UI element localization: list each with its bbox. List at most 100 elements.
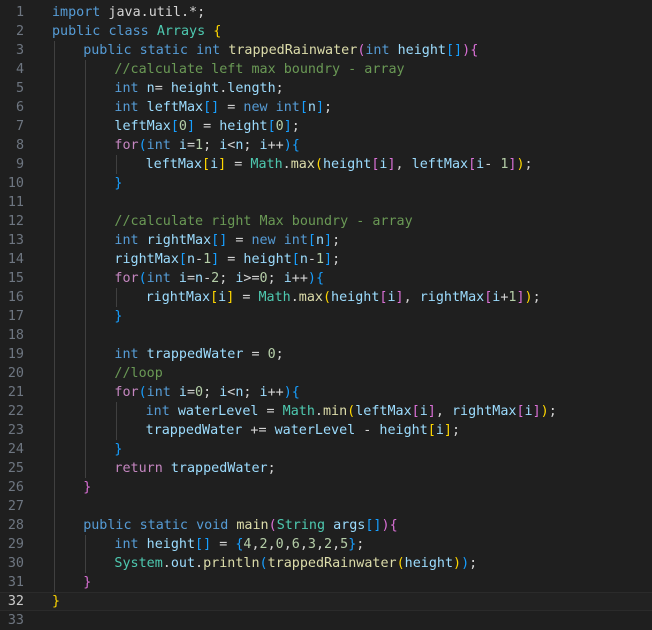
code-line[interactable]: 2 public class Arrays { <box>0 22 652 41</box>
code-line[interactable]: 20 //loop <box>0 364 652 383</box>
code-token: trappedRainwater <box>267 556 397 571</box>
code-token: ; <box>332 252 341 267</box>
code-text: import java.util.*; <box>52 3 205 22</box>
code-token: 0 <box>259 271 268 286</box>
code-token: import <box>52 5 101 20</box>
code-token: ] <box>395 290 404 305</box>
code-token: = <box>266 404 275 419</box>
code-token: . <box>162 556 171 571</box>
code-line[interactable]: 21 for(int i=0; i<n; i++){ <box>0 383 652 402</box>
code-token: ( <box>138 385 147 400</box>
code-line[interactable]: 26} <box>0 478 652 497</box>
code-text: } <box>83 478 91 497</box>
code-text: leftMax[0] = height[0]; <box>114 117 299 136</box>
code-token: ; <box>275 347 284 362</box>
code-line[interactable]: 32} <box>0 592 652 611</box>
line-number: 13 <box>7 233 24 248</box>
code-line[interactable]: 24} <box>0 440 652 459</box>
code-token: i <box>178 138 187 153</box>
code-line[interactable]: 22 int waterLevel = Math.min(leftMax[i], … <box>0 402 652 421</box>
code-token: n <box>186 252 196 267</box>
code-token: - <box>195 252 204 267</box>
code-text: rightMax[n-1] = height[n-1]; <box>114 250 340 269</box>
code-line[interactable]: 16 rightMax[i] = Math.max(height[i], righ… <box>0 288 652 307</box>
code-line[interactable]: 4 //calculate left max boundry - array <box>0 60 652 79</box>
code-line[interactable]: 19 int trappedWater = 0; <box>0 345 652 364</box>
code-token: ) <box>540 404 549 419</box>
code-token: . <box>314 404 323 419</box>
code-token: ; <box>291 119 300 134</box>
code-token: 2 <box>324 537 333 552</box>
code-line[interactable]: 15 for(int i=n-2; i>=0; i++){ <box>0 269 652 288</box>
code-editor[interactable]: 1 import java.util.*; 2 public class Arrays… <box>0 0 652 629</box>
code-line[interactable]: 18 <box>0 326 652 345</box>
code-token: ) <box>381 518 390 533</box>
code-token: = <box>186 271 196 286</box>
code-token: rightMax <box>145 290 211 305</box>
code-token: Math <box>250 157 283 172</box>
code-token: i <box>283 271 292 286</box>
code-line[interactable]: 3 public static int trappedRainwater(int … <box>0 41 652 60</box>
code-line[interactable]: 33 <box>0 611 652 630</box>
code-line[interactable]: 25 return trappedWater; <box>0 459 652 478</box>
code-token: ] <box>324 252 333 267</box>
line-number: 8 <box>15 138 24 153</box>
code-line[interactable]: 1 import java.util.*; <box>0 3 652 22</box>
code-line[interactable]: 27 <box>0 497 652 516</box>
code-line[interactable]: 10} <box>0 174 652 193</box>
code-token: height <box>170 81 220 96</box>
code-token: [] <box>203 100 220 115</box>
code-token: ] <box>427 404 436 419</box>
code-line[interactable]: 30 System.out.println(trappedRainwater(he… <box>0 554 652 573</box>
code-token: ] <box>218 157 227 172</box>
code-token: rightMax <box>451 404 517 419</box>
code-line[interactable]: 29 int height[] = {4,2,0,6,3,2,5}; <box>0 535 652 554</box>
code-line[interactable]: 9 leftMax[i] = Math.max(height[i], leftMa… <box>0 155 652 174</box>
code-text: int n= height.length; <box>114 79 283 98</box>
code-token: ] <box>186 119 196 134</box>
code-token: ; <box>524 157 533 172</box>
code-line[interactable]: 31} <box>0 573 652 592</box>
code-line[interactable]: 6 int leftMax[] = new int[n]; <box>0 98 652 117</box>
code-line[interactable]: 11 <box>0 193 652 212</box>
code-token: . <box>290 290 299 305</box>
code-token: , <box>315 537 325 552</box>
code-line[interactable]: 12 //calculate right Max boundry - array <box>0 212 652 231</box>
code-line[interactable]: 17} <box>0 307 652 326</box>
code-token: i <box>435 423 444 438</box>
code-line[interactable]: 7 leftMax[0] = height[0]; <box>0 117 652 136</box>
code-line[interactable]: 8 for(int i=1; i<n; i++){ <box>0 136 652 155</box>
code-token: } <box>114 309 123 324</box>
code-text: //loop <box>114 364 162 383</box>
code-token: int <box>114 347 139 362</box>
code-token: int <box>114 81 139 96</box>
code-token: = <box>203 119 212 134</box>
code-line[interactable]: 13 int rightMax[] = new int[n]; <box>0 231 652 250</box>
code-token: , <box>267 537 276 552</box>
code-text: //calculate right Max boundry - array <box>114 212 412 231</box>
code-token: waterLevel <box>274 423 356 438</box>
code-token: i <box>524 404 533 419</box>
line-number: 25 <box>7 461 24 476</box>
code-token: void <box>196 518 229 533</box>
code-token: 0 <box>195 385 204 400</box>
code-line[interactable]: 5 int n= height.length; <box>0 79 652 98</box>
code-token: n <box>195 271 204 286</box>
code-token: , <box>299 537 308 552</box>
code-token: n <box>299 252 308 267</box>
indent-guide <box>116 402 118 440</box>
code-token: 1 <box>195 138 204 153</box>
line-number: 24 <box>7 442 24 457</box>
code-token: Arrays <box>156 24 206 39</box>
code-token: ; <box>267 461 276 476</box>
line-number: 22 <box>7 404 24 419</box>
code-token: [ <box>170 119 179 134</box>
code-line[interactable]: 23 trappedWater += waterLevel - height[i]… <box>0 421 652 440</box>
code-line[interactable]: 28 public static void main(String args[])… <box>0 516 652 535</box>
code-line[interactable]: 14 rightMax[n-1] = height[n-1]; <box>0 250 652 269</box>
